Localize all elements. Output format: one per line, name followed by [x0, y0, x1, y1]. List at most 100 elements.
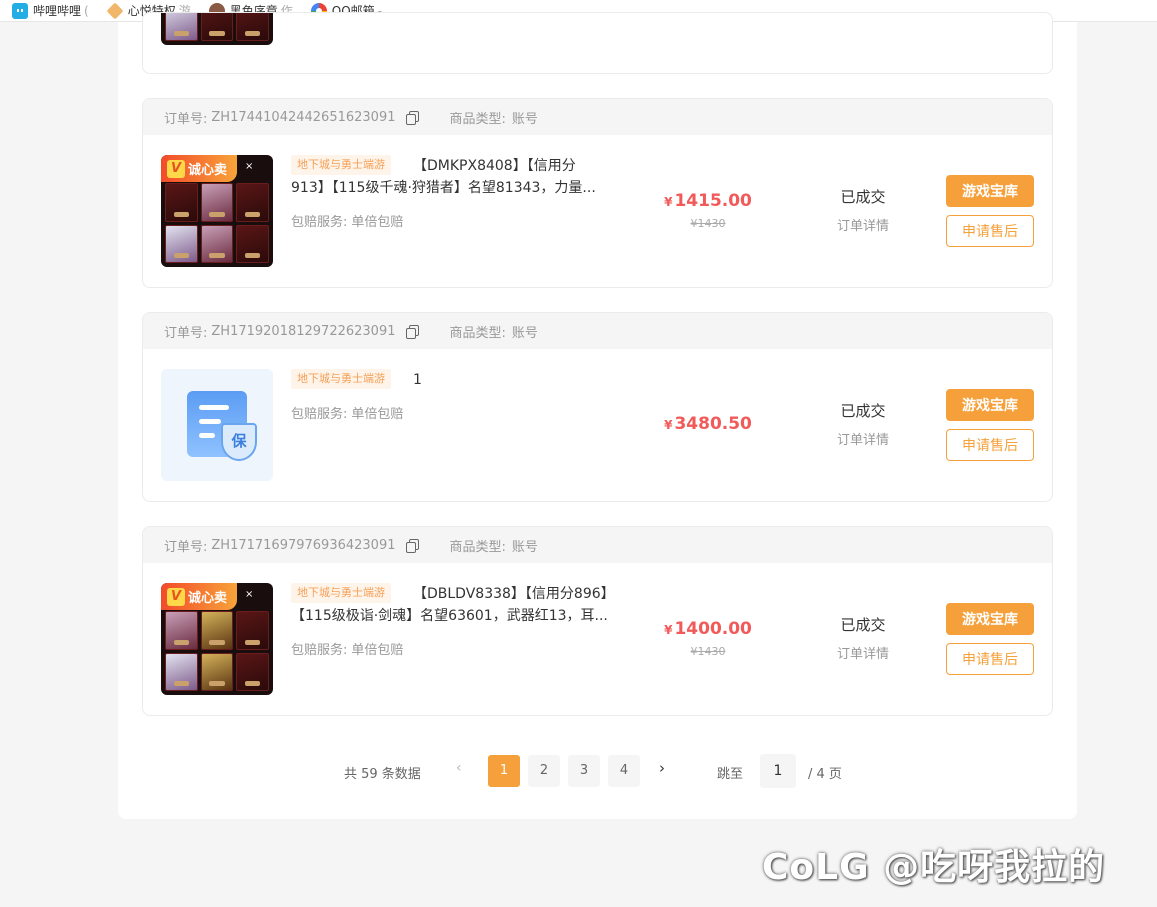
after-sale-button[interactable]: 申请售后	[946, 215, 1034, 247]
order-detail-link[interactable]: 订单详情	[803, 643, 923, 662]
game-tag: 地下城与勇士端游	[291, 369, 391, 389]
order-number: ZH17171697976936423091	[211, 537, 396, 553]
order-title[interactable]: 地下城与勇士端游 【DMKPX8408】【信用分 913】【115级千魂·狩猎者】…	[291, 155, 631, 199]
price: ¥1415.00	[633, 191, 783, 211]
order-card: 订单号: ZH17441042442651623091 商品类型: 账号 V 诚…	[142, 98, 1053, 288]
title-line-2: 913】【115级千魂·狩猎者】名望81343，力量...	[291, 180, 596, 196]
honest-sell-badge: V 诚心卖	[161, 583, 237, 610]
close-icon: ×	[245, 161, 254, 172]
title-line-1: 【DBLDV8338】【信用分896】	[413, 586, 615, 602]
order-title[interactable]: 地下城与勇士端游 1	[291, 369, 631, 391]
status-box: 已成交 订单详情	[803, 614, 923, 662]
goods-type-value: 账号	[511, 111, 538, 127]
price-value: 1415.00	[674, 191, 752, 211]
service-value: 单倍包赔	[351, 643, 404, 658]
honest-sell-badge: V 诚心卖	[161, 155, 237, 182]
goods-type-value: 账号	[511, 325, 538, 341]
game-vault-button[interactable]: 游戏宝库	[946, 175, 1034, 207]
jump-page-input[interactable]: 1	[760, 754, 796, 788]
copy-icon[interactable]	[405, 324, 419, 339]
price-value: 1400.00	[674, 619, 752, 639]
watermark: CoLG @吃呀我拉的	[762, 847, 1106, 888]
title-line-2: 【115级极诣·剑魂】名望63601，武器红13，耳...	[291, 608, 608, 624]
service-value: 单倍包赔	[351, 407, 404, 422]
order-thumbnail[interactable]: V 诚心卖 ×	[161, 583, 273, 695]
original-price: ¥1430	[690, 645, 726, 658]
order-info: 地下城与勇士端游 【DBLDV8338】【信用分896】 【115级极诣·剑魂】名…	[291, 583, 631, 627]
title-line-1: 【DMKPX8408】【信用分	[413, 158, 576, 174]
pagination: 共 59 条数据 ‹ 1 2 3 4 › 跳至 1 / 4 页	[118, 754, 1077, 788]
order-header: 订单号: ZH17192018129722623091 商品类型: 账号	[143, 313, 1052, 349]
goods-type-label: 商品类型:	[449, 325, 506, 341]
badge-label: 诚心卖	[188, 591, 228, 606]
bookmark-extra: (	[84, 3, 89, 18]
copy-icon[interactable]	[405, 110, 419, 125]
v-icon: V	[167, 159, 185, 178]
order-thumbnail[interactable]	[161, 13, 273, 45]
chevron-left-icon[interactable]: ‹	[456, 760, 462, 776]
original-price: ¥1430	[690, 217, 726, 230]
page-1-button[interactable]: 1	[488, 755, 520, 787]
goods-type-label: 商品类型:	[449, 539, 506, 555]
v-icon: V	[167, 587, 185, 606]
game-tag: 地下城与勇士端游	[291, 155, 391, 175]
status-box: 已成交 订单详情	[803, 400, 923, 448]
status-box: 已成交 订单详情	[803, 186, 923, 234]
order-info: 地下城与勇士端游 【DMKPX8408】【信用分 913】【115级千魂·狩猎者】…	[291, 155, 631, 199]
order-detail-link[interactable]: 订单详情	[803, 429, 923, 448]
price-value: 3480.50	[674, 414, 752, 434]
page-3-button[interactable]: 3	[568, 755, 600, 787]
currency-symbol: ¥	[664, 418, 673, 432]
service-label: 包赔服务:	[291, 215, 348, 230]
price-box: ¥1415.00 ¥1430	[633, 191, 783, 230]
order-title[interactable]: 地下城与勇士端游 【DBLDV8338】【信用分896】 【115级极诣·剑魂】名…	[291, 583, 631, 627]
order-detail-link[interactable]: 订单详情	[803, 215, 923, 234]
order-thumbnail[interactable]: V 诚心卖 ×	[161, 155, 273, 267]
currency-symbol: ¥	[664, 623, 673, 637]
order-status: 已成交	[840, 188, 886, 206]
order-header: 订单号: ZH17441042442651623091 商品类型: 账号	[143, 99, 1052, 135]
close-icon: ×	[245, 589, 254, 600]
order-number-label: 订单号:	[164, 539, 208, 555]
order-number-label: 订单号:	[164, 111, 208, 127]
bookmark-bilibili[interactable]: 哔哩哔哩 (	[12, 2, 89, 19]
price-box: ¥3480.50	[633, 414, 783, 434]
after-sale-button[interactable]: 申请售后	[946, 643, 1034, 675]
badge-label: 诚心卖	[188, 163, 228, 178]
service-label: 包赔服务:	[291, 643, 348, 658]
order-status: 已成交	[840, 402, 886, 420]
page-2-button[interactable]: 2	[528, 755, 560, 787]
game-vault-button[interactable]: 游戏宝库	[946, 389, 1034, 421]
order-status: 已成交	[840, 616, 886, 634]
game-tag: 地下城与勇士端游	[291, 583, 391, 603]
goods-type-label: 商品类型:	[449, 111, 506, 127]
bookmark-label: 哔哩哔哩	[33, 4, 82, 18]
order-info: 地下城与勇士端游 1	[291, 369, 631, 391]
shield-icon: 保	[221, 423, 257, 461]
compensation-service: 包赔服务: 单倍包赔	[291, 211, 403, 230]
service-value: 单倍包赔	[351, 215, 404, 230]
price-box: ¥1400.00 ¥1430	[633, 619, 783, 658]
game-vault-button[interactable]: 游戏宝库	[946, 603, 1034, 635]
jump-label: 跳至	[717, 767, 744, 782]
after-sale-button[interactable]: 申请售后	[946, 429, 1034, 461]
order-card-previous	[142, 12, 1053, 74]
bilibili-icon	[12, 2, 28, 19]
total-count: 共 59 条数据	[344, 767, 421, 782]
order-header: 订单号: ZH17171697976936423091 商品类型: 账号	[143, 527, 1052, 563]
page-4-button[interactable]: 4	[608, 755, 640, 787]
order-number-label: 订单号:	[164, 325, 208, 341]
order-card: 订单号: ZH17192018129722623091 商品类型: 账号 保 地…	[142, 312, 1053, 502]
order-thumbnail[interactable]: 保	[161, 369, 273, 481]
copy-icon[interactable]	[405, 538, 419, 553]
total-pages: / 4 页	[808, 767, 842, 782]
order-number: ZH17192018129722623091	[211, 323, 396, 339]
order-card: 订单号: ZH17171697976936423091 商品类型: 账号 V 诚…	[142, 526, 1053, 716]
service-label: 包赔服务:	[291, 407, 348, 422]
price: ¥3480.50	[633, 414, 783, 434]
price: ¥1400.00	[633, 619, 783, 639]
orders-panel: 订单号: ZH17441042442651623091 商品类型: 账号 V 诚…	[118, 12, 1077, 819]
chevron-right-icon[interactable]: ›	[659, 759, 665, 777]
order-number: ZH17441042442651623091	[211, 109, 396, 125]
currency-symbol: ¥	[664, 195, 673, 209]
